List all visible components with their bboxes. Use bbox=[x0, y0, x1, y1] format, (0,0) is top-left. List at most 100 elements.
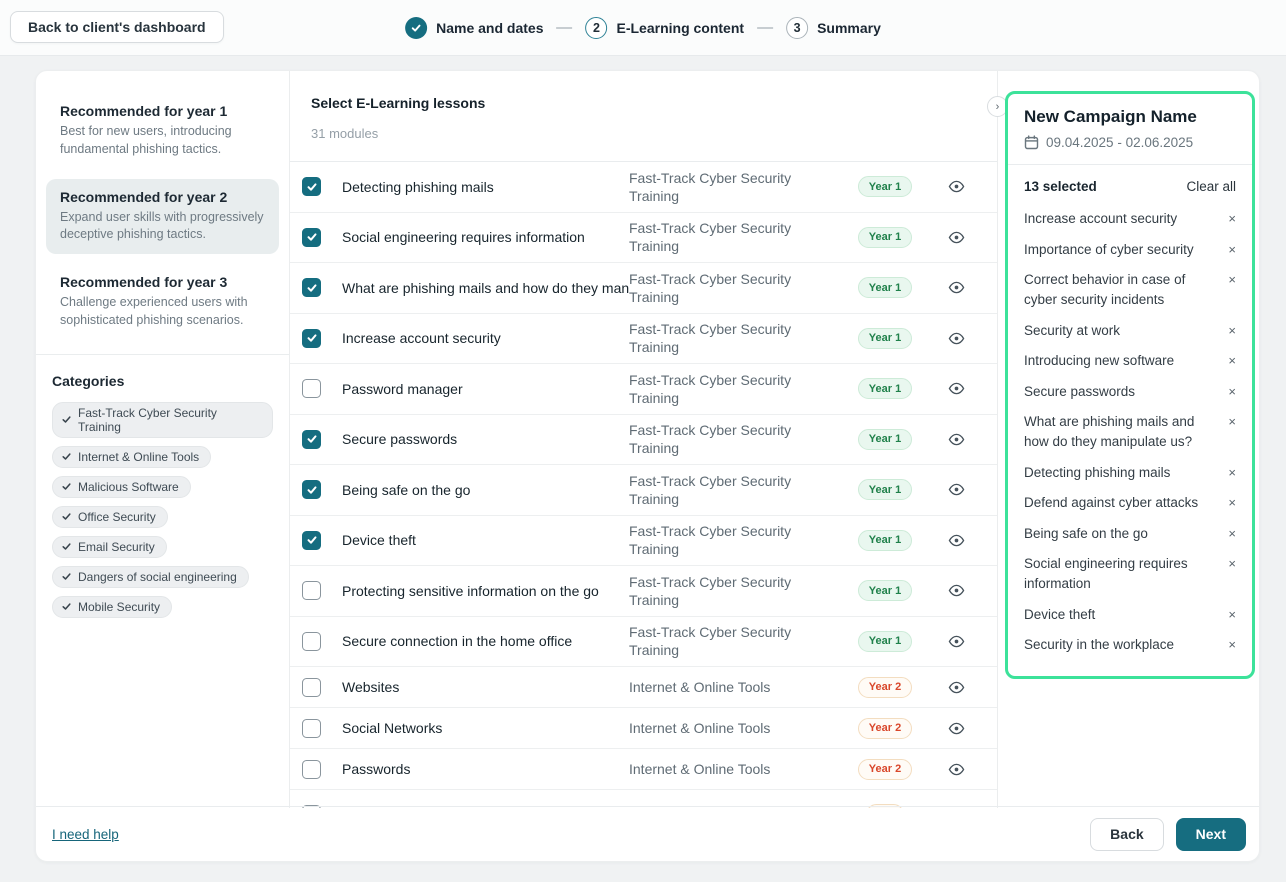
back-to-dashboard-button[interactable]: Back to client's dashboard bbox=[10, 11, 224, 43]
preview-eye-icon[interactable] bbox=[948, 380, 965, 397]
lesson-row[interactable]: Social Networks Internet & Online Tools … bbox=[290, 708, 997, 749]
lesson-checkbox[interactable] bbox=[302, 329, 321, 348]
lesson-row[interactable]: Secure passwords Fast-Track Cyber Securi… bbox=[290, 415, 997, 466]
remove-item-button[interactable]: × bbox=[1228, 240, 1236, 260]
preview-eye-icon[interactable] bbox=[948, 279, 965, 296]
category-chip[interactable]: Malicious Software bbox=[52, 476, 191, 498]
lesson-row[interactable]: Social engineering requires information … bbox=[290, 213, 997, 264]
remove-item-button[interactable]: × bbox=[1228, 554, 1236, 574]
preview-eye-icon[interactable] bbox=[948, 532, 965, 549]
preview-eye-icon[interactable] bbox=[948, 761, 965, 778]
step-divider bbox=[557, 27, 573, 29]
step2-number: 2 bbox=[586, 17, 608, 39]
step-name-and-dates[interactable]: Name and dates bbox=[405, 17, 543, 39]
check-icon bbox=[306, 433, 318, 445]
remove-item-button[interactable]: × bbox=[1228, 321, 1236, 341]
category-chip[interactable]: Dangers of social engineering bbox=[52, 566, 249, 588]
year-badge: Year 2 bbox=[858, 759, 912, 780]
lesson-checkbox[interactable] bbox=[302, 719, 321, 738]
remove-item-button[interactable]: × bbox=[1228, 463, 1236, 483]
category-chip[interactable]: Internet & Online Tools bbox=[52, 446, 211, 468]
selected-lesson-item: What are phishing mails and how do they … bbox=[1024, 412, 1236, 452]
remove-item-button[interactable]: × bbox=[1228, 270, 1236, 290]
lesson-checkbox[interactable] bbox=[302, 632, 321, 651]
recommendation-description: Expand user skills with progressively de… bbox=[60, 209, 265, 245]
categories-section: Categories Fast-Track Cyber Security Tra… bbox=[36, 355, 289, 626]
selected-lesson-label: Detecting phishing mails bbox=[1024, 463, 1228, 483]
preview-eye-icon[interactable] bbox=[948, 481, 965, 498]
remove-item-button[interactable]: × bbox=[1228, 635, 1236, 655]
lesson-checkbox[interactable] bbox=[302, 177, 321, 196]
lessons-table: Detecting phishing mails Fast-Track Cybe… bbox=[290, 162, 997, 808]
lesson-checkbox[interactable] bbox=[302, 480, 321, 499]
recommendation-item[interactable]: Recommended for year 3 Challenge experie… bbox=[46, 264, 279, 340]
lesson-row[interactable]: What are phishing mails and how do they … bbox=[290, 263, 997, 314]
preview-eye-icon[interactable] bbox=[948, 431, 965, 448]
lesson-checkbox[interactable] bbox=[302, 531, 321, 550]
selected-lesson-item: Increase account security × bbox=[1024, 209, 1236, 229]
lesson-checkbox[interactable] bbox=[302, 678, 321, 697]
next-button[interactable]: Next bbox=[1176, 818, 1246, 851]
category-chip-label: Malicious Software bbox=[78, 480, 179, 494]
lesson-row[interactable]: Secure connection in the home office Fas… bbox=[290, 617, 997, 668]
lesson-checkbox[interactable] bbox=[302, 581, 321, 600]
preview-eye-icon[interactable] bbox=[948, 330, 965, 347]
preview-eye-icon[interactable] bbox=[948, 178, 965, 195]
lesson-row[interactable]: Protecting sensitive information on the … bbox=[290, 566, 997, 617]
lesson-row[interactable]: Websites Internet & Online Tools Year 2 bbox=[290, 667, 997, 708]
calendar-icon bbox=[1024, 135, 1039, 150]
step3-number: 3 bbox=[786, 17, 808, 39]
lesson-category: Fast-Track Cyber Security Training bbox=[629, 371, 841, 407]
lesson-row[interactable]: Password manager Fast-Track Cyber Securi… bbox=[290, 364, 997, 415]
recommendation-title: Recommended for year 2 bbox=[60, 189, 265, 205]
preview-eye-icon[interactable] bbox=[948, 679, 965, 696]
lesson-row[interactable]: Device theft Fast-Track Cyber Security T… bbox=[290, 516, 997, 567]
lesson-category: Fast-Track Cyber Security Training bbox=[629, 219, 841, 255]
lesson-checkbox[interactable] bbox=[302, 760, 321, 779]
remove-item-button[interactable]: × bbox=[1228, 351, 1236, 371]
category-chip-label: Office Security bbox=[78, 510, 156, 524]
category-chip[interactable]: Mobile Security bbox=[52, 596, 172, 618]
preview-eye-icon[interactable] bbox=[948, 720, 965, 737]
back-button[interactable]: Back bbox=[1090, 818, 1163, 851]
year-badge: Year 1 bbox=[858, 479, 912, 500]
lesson-row[interactable]: Passwords Internet & Online Tools Year 2 bbox=[290, 749, 997, 790]
lesson-row[interactable]: Detecting phishing mails Fast-Track Cybe… bbox=[290, 162, 997, 213]
lesson-checkbox[interactable] bbox=[302, 430, 321, 449]
category-chip[interactable]: Email Security bbox=[52, 536, 167, 558]
year-badge: Year 1 bbox=[858, 277, 912, 298]
preview-eye-icon[interactable] bbox=[948, 582, 965, 599]
preview-eye-icon[interactable] bbox=[948, 633, 965, 650]
year-badge: Year 1 bbox=[858, 227, 912, 248]
remove-item-button[interactable]: × bbox=[1228, 493, 1236, 513]
lesson-row[interactable]: Increase account security Fast-Track Cyb… bbox=[290, 314, 997, 365]
category-chip[interactable]: Office Security bbox=[52, 506, 168, 528]
modules-count: 31 modules bbox=[311, 126, 977, 141]
step1-check-icon bbox=[405, 17, 427, 39]
help-link[interactable]: I need help bbox=[52, 827, 119, 842]
check-icon bbox=[61, 511, 72, 522]
lesson-category: Internet & Online Tools bbox=[629, 678, 841, 696]
remove-item-button[interactable]: × bbox=[1228, 605, 1236, 625]
lesson-category: Fast-Track Cyber Security Training bbox=[629, 320, 841, 356]
step-summary[interactable]: 3 Summary bbox=[786, 17, 881, 39]
remove-item-button[interactable]: × bbox=[1228, 382, 1236, 402]
lesson-checkbox[interactable] bbox=[302, 228, 321, 247]
recommendation-item[interactable]: Recommended for year 2 Expand user skill… bbox=[46, 179, 279, 255]
lesson-row[interactable]: Being safe on the go Fast-Track Cyber Se… bbox=[290, 465, 997, 516]
lesson-checkbox[interactable] bbox=[302, 278, 321, 297]
clear-all-button[interactable]: Clear all bbox=[1186, 179, 1236, 194]
selected-lesson-label: Security at work bbox=[1024, 321, 1228, 341]
selected-lesson-item: Security in the workplace × bbox=[1024, 635, 1236, 655]
step-elearning-content[interactable]: 2 E-Learning content bbox=[586, 17, 745, 39]
remove-item-button[interactable]: × bbox=[1228, 209, 1236, 229]
preview-eye-icon[interactable] bbox=[948, 229, 965, 246]
check-icon bbox=[306, 181, 318, 193]
category-chip[interactable]: Fast-Track Cyber Security Training bbox=[52, 402, 273, 438]
lesson-checkbox[interactable] bbox=[302, 379, 321, 398]
remove-item-button[interactable]: × bbox=[1228, 524, 1236, 544]
selected-lesson-label: Correct behavior in case of cyber securi… bbox=[1024, 270, 1228, 310]
recommendation-item[interactable]: Recommended for year 1 Best for new user… bbox=[46, 93, 279, 169]
footer-bar: I need help Back Next bbox=[36, 806, 1259, 861]
remove-item-button[interactable]: × bbox=[1228, 412, 1236, 432]
